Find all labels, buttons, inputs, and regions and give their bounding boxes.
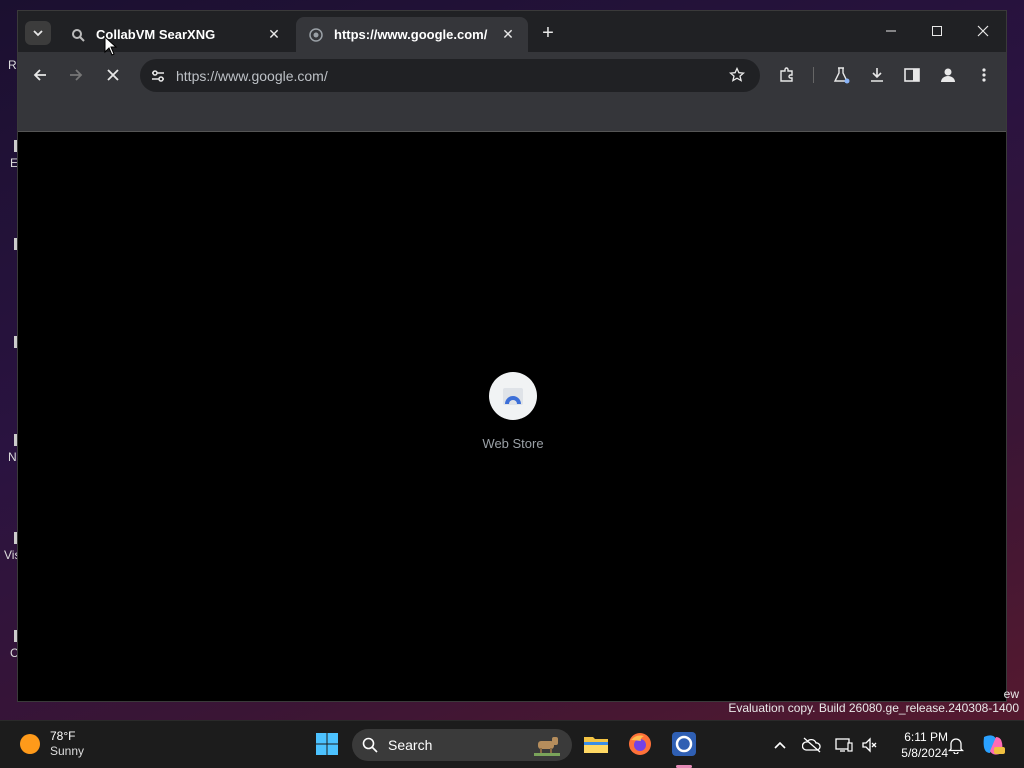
tab-strip: CollabVM SearXNG ✕ https://www.google.co… bbox=[18, 11, 1006, 52]
tab-collabvm-searxng[interactable]: CollabVM SearXNG ✕ bbox=[58, 17, 294, 52]
search-label: Search bbox=[388, 737, 433, 753]
close-window-icon[interactable] bbox=[968, 19, 998, 43]
desktop-icon-fragment: R bbox=[0, 58, 18, 72]
tab-close-icon[interactable]: ✕ bbox=[500, 26, 516, 43]
volume-muted-icon[interactable] bbox=[860, 735, 880, 755]
side-panel-icon[interactable] bbox=[900, 63, 924, 87]
mouse-cursor-icon bbox=[104, 36, 118, 56]
windows-start-icon[interactable] bbox=[314, 731, 340, 757]
clock-time: 6:11 PM bbox=[904, 730, 948, 744]
searxng-favicon-icon bbox=[70, 27, 86, 43]
browser-window: CollabVM SearXNG ✕ https://www.google.co… bbox=[17, 10, 1007, 702]
evaluation-watermark: Evaluation copy. Build 26080.ge_release.… bbox=[728, 701, 1019, 715]
notification-bell-icon[interactable] bbox=[946, 735, 966, 755]
desktop-icon-label: N bbox=[8, 450, 17, 464]
network-display-icon[interactable] bbox=[834, 735, 854, 755]
weather-widget[interactable]: 78°F Sunny bbox=[20, 729, 84, 759]
bookmark-star-icon[interactable] bbox=[726, 64, 748, 86]
onedrive-offline-icon[interactable] bbox=[802, 735, 822, 755]
tab-close-icon[interactable]: ✕ bbox=[266, 26, 282, 43]
chevron-down-icon bbox=[33, 30, 43, 37]
copilot-icon[interactable] bbox=[980, 733, 1006, 757]
clock-date: 5/8/2024 bbox=[901, 746, 948, 760]
search-highlight-donkey-icon bbox=[534, 737, 560, 756]
search-icon bbox=[362, 737, 378, 753]
tab-title: CollabVM SearXNG bbox=[96, 27, 216, 42]
labs-flask-icon[interactable] bbox=[829, 63, 853, 87]
profile-avatar-icon[interactable] bbox=[936, 63, 960, 87]
site-info-tune-icon[interactable] bbox=[146, 64, 170, 88]
taskbar-search[interactable]: Search bbox=[352, 729, 572, 761]
stop-loading-icon[interactable] bbox=[101, 63, 125, 87]
weather-condition: Sunny bbox=[50, 744, 85, 758]
tab-google[interactable]: https://www.google.com/ ✕ bbox=[296, 17, 528, 52]
download-icon[interactable] bbox=[865, 63, 889, 87]
back-arrow-icon[interactable] bbox=[28, 63, 52, 87]
webstore-shortcut[interactable]: Web Store bbox=[473, 372, 553, 451]
toolbar-divider bbox=[813, 67, 814, 83]
sun-icon bbox=[20, 734, 40, 754]
maximize-icon[interactable] bbox=[922, 19, 952, 43]
url-input[interactable] bbox=[176, 67, 716, 84]
forward-arrow-icon[interactable] bbox=[64, 63, 88, 87]
desktop-icon-label: R bbox=[8, 58, 17, 72]
bookmarks-bar bbox=[18, 98, 1006, 132]
taskbar: 78°F Sunny Search 6:11 PM 5/8/2024 bbox=[0, 720, 1024, 768]
minimize-icon[interactable] bbox=[876, 19, 906, 43]
tab-title: https://www.google.com/ bbox=[334, 27, 488, 42]
extensions-puzzle-icon[interactable] bbox=[775, 63, 799, 87]
tab-search-button[interactable] bbox=[25, 21, 51, 45]
globe-icon bbox=[308, 27, 324, 43]
webstore-icon bbox=[489, 372, 537, 420]
new-tab-plus-icon[interactable]: + bbox=[538, 23, 558, 43]
shortcut-label: Web Store bbox=[482, 436, 544, 451]
chevron-up-icon[interactable] bbox=[770, 735, 790, 755]
kebab-menu-icon[interactable] bbox=[972, 63, 996, 87]
chrome-icon[interactable] bbox=[671, 731, 697, 757]
address-bar[interactable] bbox=[140, 59, 760, 92]
weather-temperature: 78°F bbox=[50, 729, 76, 743]
browser-toolbar bbox=[18, 52, 1006, 98]
watermark-fragment: ew bbox=[1003, 687, 1019, 701]
firefox-icon[interactable] bbox=[627, 731, 653, 757]
page-content: Web Store bbox=[18, 132, 1006, 701]
system-clock[interactable]: 6:11 PM 5/8/2024 bbox=[884, 729, 948, 761]
file-explorer-icon[interactable] bbox=[583, 731, 609, 757]
